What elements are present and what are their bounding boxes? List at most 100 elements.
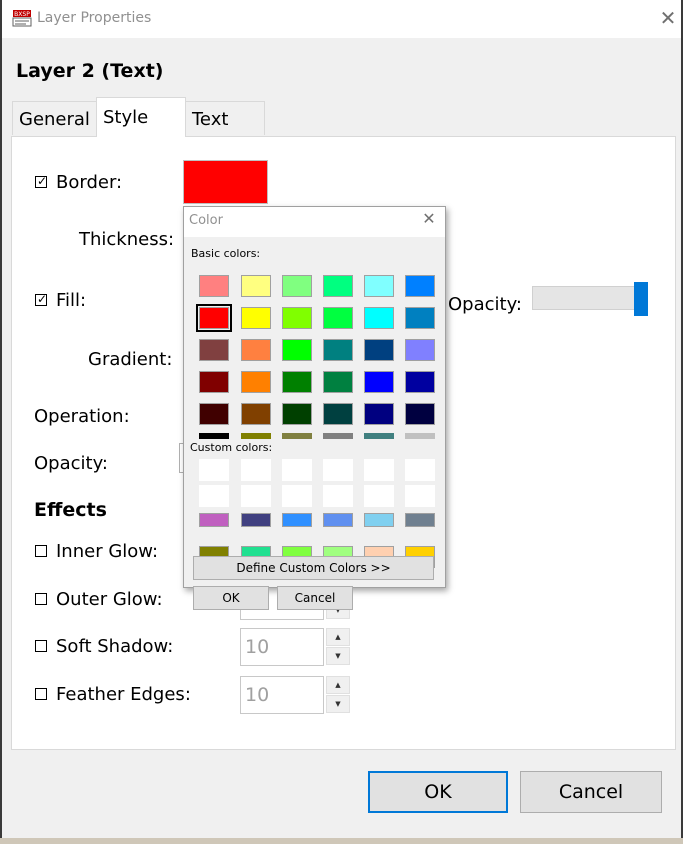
soft-shadow-label: Soft Shadow: [56, 636, 174, 657]
basic-color-swatch[interactable] [196, 304, 232, 332]
border-label: Border: [56, 172, 123, 193]
tab-text[interactable]: Text [185, 101, 265, 135]
fill-opacity-slider-thumb[interactable] [634, 282, 648, 316]
checkmark-icon: ✓ [37, 292, 48, 306]
fill-opacity-slider-track[interactable] [532, 286, 648, 310]
basic-color-swatch[interactable] [405, 307, 435, 329]
tab-style[interactable]: Style [96, 97, 186, 137]
checkmark-icon: ✓ [37, 174, 48, 188]
custom-color-slot[interactable] [405, 459, 435, 481]
effects-heading: Effects [34, 499, 107, 521]
inner-glow-checkbox[interactable] [35, 545, 47, 557]
basic-color-swatch[interactable] [405, 403, 435, 425]
border-color-swatch[interactable] [183, 160, 268, 204]
basic-color-swatch[interactable] [323, 433, 353, 439]
fill-checkbox[interactable]: ✓ [35, 292, 48, 306]
basic-color-swatch[interactable] [241, 339, 271, 361]
border-checkbox[interactable]: ✓ [35, 174, 48, 188]
basic-color-swatch[interactable] [241, 403, 271, 425]
basic-colors-label: Basic colors: [191, 247, 261, 260]
basic-color-swatch[interactable] [282, 433, 312, 439]
custom-color-slot[interactable] [199, 459, 229, 481]
basic-color-swatch[interactable] [282, 371, 312, 393]
ok-button[interactable]: OK [368, 771, 508, 813]
basic-color-swatch[interactable] [282, 307, 312, 329]
underlying-color-swatch [405, 513, 435, 527]
tab-general[interactable]: General [12, 101, 97, 135]
define-custom-colors-button[interactable]: Define Custom Colors >> [193, 556, 434, 580]
basic-color-swatch[interactable] [364, 275, 394, 297]
basic-color-swatch[interactable] [241, 275, 271, 297]
underlying-color-swatch [282, 513, 312, 527]
custom-color-slot[interactable] [241, 485, 271, 507]
basic-color-swatch[interactable] [282, 275, 312, 297]
basic-color-swatch[interactable] [405, 371, 435, 393]
color-dialog-body: Basic colors: Custom colors: Define Cust… [184, 237, 445, 610]
custom-color-slot[interactable] [241, 459, 271, 481]
underlying-color-swatch [364, 513, 394, 527]
svg-text:BXSP: BXSP [14, 11, 30, 18]
close-icon[interactable]: ✕ [657, 6, 679, 30]
underlying-color-swatch [241, 513, 271, 527]
layer-heading: Layer 2 (Text) [16, 60, 164, 82]
bxsp-app-icon: BXSP [12, 10, 32, 27]
basic-color-swatch[interactable] [364, 339, 394, 361]
underlying-color-swatch [199, 513, 229, 527]
basic-color-swatch[interactable] [199, 339, 229, 361]
soft-shadow-checkbox[interactable] [35, 640, 47, 652]
tab-label: General [19, 109, 90, 130]
operation-label: Operation: [34, 406, 130, 427]
soft-shadow-input[interactable]: 10 [240, 628, 324, 666]
basic-color-swatch[interactable] [323, 403, 353, 425]
gradient-label: Gradient: [88, 349, 173, 370]
fill-label: Fill: [56, 290, 87, 311]
basic-color-swatch[interactable] [405, 339, 435, 361]
feather-edges-down-arrow-icon[interactable]: ▼ [326, 695, 350, 713]
feather-edges-checkbox[interactable] [35, 688, 47, 700]
basic-color-swatch[interactable] [282, 403, 312, 425]
custom-color-slot[interactable] [199, 485, 229, 507]
basic-color-swatch[interactable] [364, 307, 394, 329]
basic-color-swatch[interactable] [199, 371, 229, 393]
color-ok-button[interactable]: OK [193, 586, 269, 610]
custom-color-slot[interactable] [282, 485, 312, 507]
soft-shadow-down-arrow-icon[interactable]: ▼ [326, 647, 350, 665]
basic-color-swatch[interactable] [364, 371, 394, 393]
basic-color-swatch[interactable] [241, 433, 271, 439]
basic-color-swatch[interactable] [364, 433, 394, 439]
basic-color-swatch[interactable] [323, 307, 353, 329]
tab-label: Style [103, 107, 149, 128]
outer-glow-label: Outer Glow: [56, 589, 163, 610]
color-cancel-button[interactable]: Cancel [277, 586, 353, 610]
window-title: Layer Properties [37, 10, 152, 26]
thickness-label: Thickness: [79, 229, 175, 250]
basic-color-swatch[interactable] [241, 307, 271, 329]
custom-colors-label: Custom colors: [190, 441, 273, 454]
custom-color-slot[interactable] [323, 459, 353, 481]
basic-color-swatch[interactable] [323, 371, 353, 393]
basic-color-swatch[interactable] [405, 275, 435, 297]
feather-edges-input[interactable]: 10 [240, 676, 324, 714]
outer-glow-checkbox[interactable] [35, 593, 47, 605]
custom-color-slot[interactable] [282, 459, 312, 481]
basic-color-swatch[interactable] [405, 433, 435, 439]
cancel-button[interactable]: Cancel [520, 771, 662, 813]
feather-edges-up-arrow-icon[interactable]: ▲ [326, 676, 350, 694]
custom-color-slot[interactable] [323, 485, 353, 507]
custom-color-slot[interactable] [364, 485, 394, 507]
basic-color-swatch[interactable] [323, 339, 353, 361]
custom-color-slot[interactable] [405, 485, 435, 507]
basic-color-swatch[interactable] [199, 433, 229, 439]
basic-color-swatch[interactable] [199, 275, 229, 297]
basic-color-swatch[interactable] [282, 339, 312, 361]
tab-label: Text [192, 109, 229, 130]
custom-color-slot[interactable] [364, 459, 394, 481]
basic-color-swatch[interactable] [241, 371, 271, 393]
soft-shadow-up-arrow-icon[interactable]: ▲ [326, 628, 350, 646]
title-bar[interactable]: BXSP Layer Properties ✕ [2, 0, 681, 38]
close-icon[interactable]: ✕ [420, 209, 438, 228]
fill-opacity-label: Opacity: [448, 294, 522, 315]
basic-color-swatch[interactable] [364, 403, 394, 425]
basic-color-swatch[interactable] [199, 403, 229, 425]
basic-color-swatch[interactable] [323, 275, 353, 297]
